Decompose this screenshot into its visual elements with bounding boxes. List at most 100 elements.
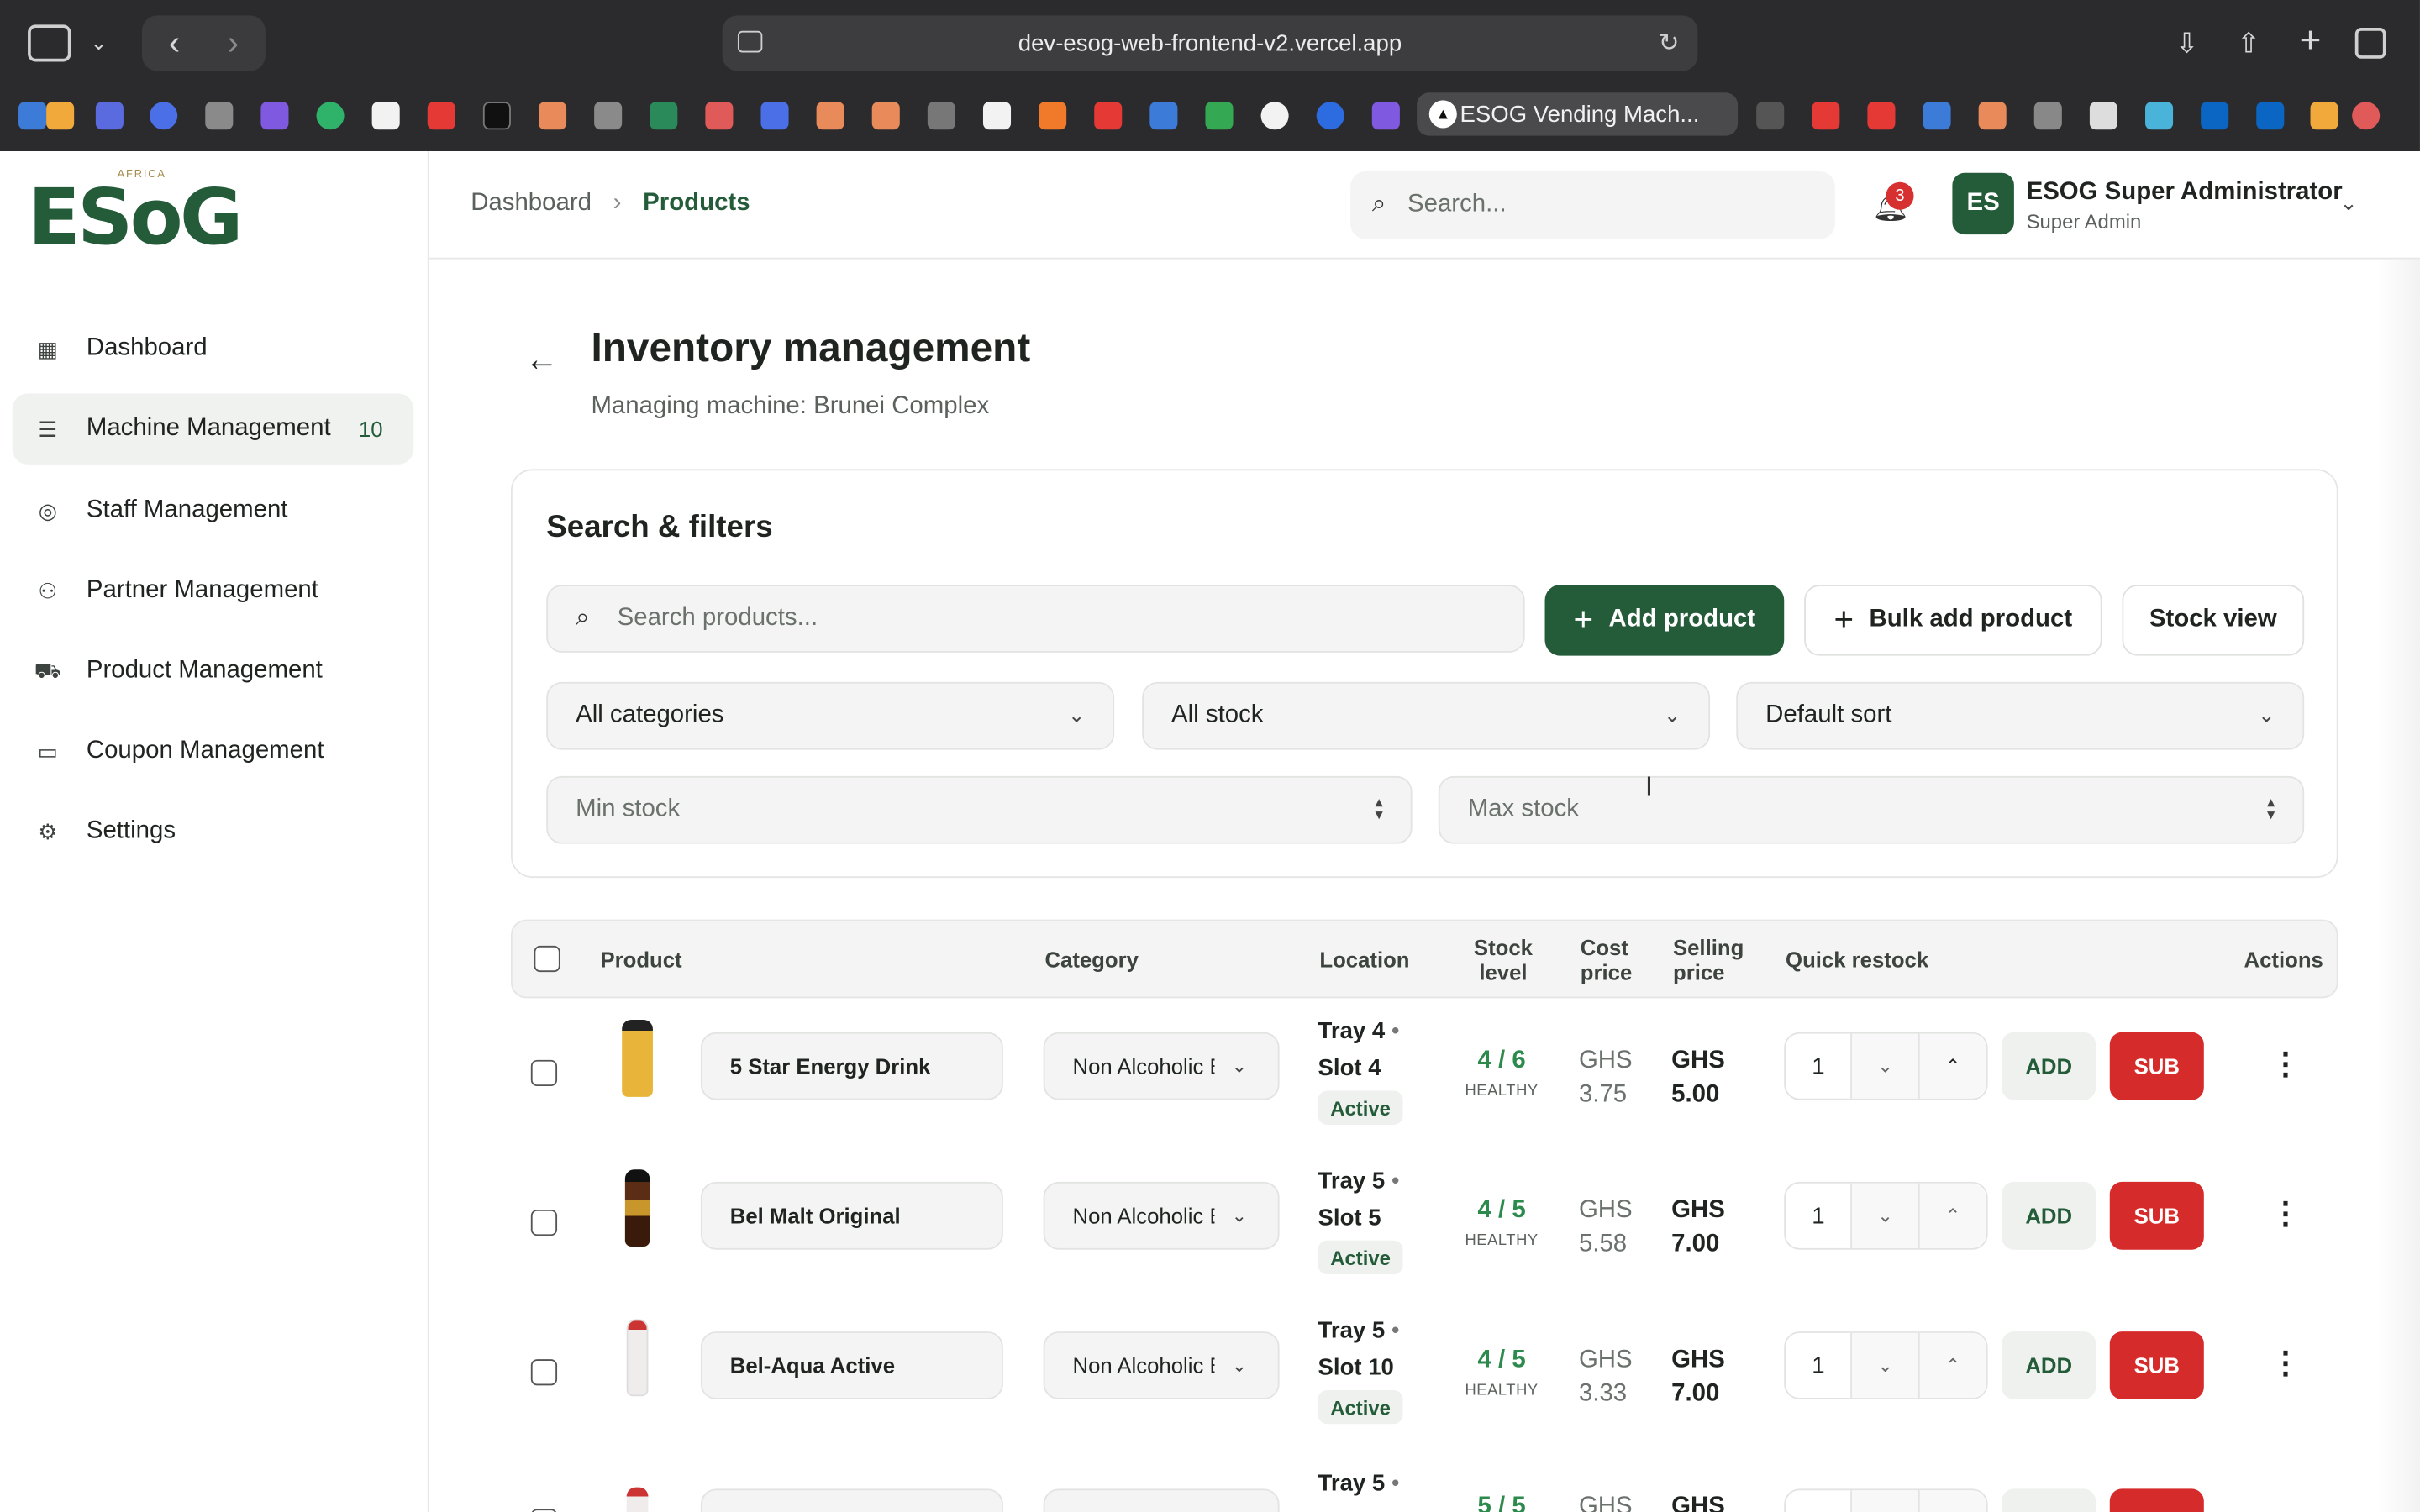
sidebar-item-dashboard[interactable]: ▦ Dashboard [13,313,414,384]
bookmark-icon[interactable] [46,102,75,130]
bookmark-icon[interactable] [1756,102,1785,130]
sidebar-item-product-management[interactable]: ⛟ Product Management [13,636,414,706]
product-name-field[interactable] [700,1488,1003,1512]
bookmark-icon[interactable] [2310,102,2338,130]
bookmark-icon[interactable] [1978,102,2007,130]
bookmark-icon[interactable] [816,102,844,130]
bookmark-icon[interactable] [2033,102,2062,130]
col-category[interactable]: Category [1044,948,1138,972]
gmail-icon[interactable] [1867,102,1896,130]
new-tab-icon[interactable]: + [2293,20,2327,62]
add-stock-button[interactable]: ADD [2002,1181,2096,1250]
back-arrow-icon[interactable]: ← [524,339,558,380]
col-selling-price[interactable]: Selling price [1673,935,1744,984]
breadcrumb-dashboard[interactable]: Dashboard [471,190,592,218]
bookmark-icon[interactable] [2352,102,2381,130]
chevron-down-icon[interactable]: ⌄ [1852,1332,1920,1399]
col-cost-price[interactable]: Cost price [1581,935,1632,984]
esog-logo[interactable]: ESoG [28,173,243,263]
sidebar-toggle-icon[interactable] [28,24,71,62]
category-select[interactable] [1043,1488,1280,1512]
chevron-down-icon[interactable]: ⌄ [1852,1033,1920,1099]
chevron-up-icon[interactable]: ⌃ [1919,1183,1986,1248]
row-checkbox[interactable] [530,1509,558,1512]
linkedin-icon[interactable] [2201,102,2229,130]
chevron-up-icon[interactable]: ⌃ [1919,1332,1986,1399]
category-select[interactable]: Non Alcoholic Beverages ⌄ [1043,1331,1280,1399]
bulk-add-product-button[interactable]: + Bulk add product [1804,585,2102,656]
bookmark-icon[interactable] [2145,102,2174,130]
max-stock-input[interactable]: Max stock ▴ ▾ [1438,775,2305,844]
download-icon[interactable]: ⇩ [2170,24,2203,61]
bookmark-icon[interactable] [95,102,124,130]
tab-esog-vending[interactable]: ▲ ESOG Vending Mach... [1417,92,1739,136]
address-bar[interactable]: dev-esog-web-frontend-v2.vercel.app ↻ [722,15,1698,71]
youtube-icon[interactable] [427,102,455,130]
x-icon[interactable] [482,102,511,130]
forward-nav-icon[interactable]: › [213,22,253,65]
sidebar-item-partner-management[interactable]: ⚇ Partner Management [13,555,414,626]
bookmark-icon[interactable] [260,102,289,130]
bookmark-icon[interactable] [18,102,47,130]
min-stock-input[interactable]: Min stock ▴ ▾ [546,775,1413,844]
add-product-button[interactable]: + Add product [1544,585,1785,656]
select-all-checkbox[interactable] [534,945,560,973]
zoom-icon[interactable] [1316,102,1344,130]
col-location[interactable]: Location [1319,948,1409,972]
product-name-field[interactable]: 5 Star Energy Drink [700,1032,1003,1100]
back-nav-icon[interactable]: ‹ [155,22,195,65]
product-name-field[interactable]: Bel Malt Original [700,1181,1003,1250]
sidebar-item-coupon-management[interactable]: ▭ Coupon Management [13,716,414,786]
chevron-up-icon[interactable]: ⌃ [1919,1033,1986,1099]
row-checkbox[interactable] [530,1359,558,1386]
bookmark-icon[interactable] [594,102,623,130]
chevron-down-icon[interactable]: ⌄ [1852,1183,1920,1248]
subtract-stock-button[interactable] [2109,1488,2204,1512]
stock-select[interactable]: All stock ⌄ [1142,681,1711,750]
bookmark-icon[interactable] [927,102,955,130]
bookmark-icon[interactable] [982,102,1012,130]
bookmark-icon[interactable] [705,102,734,130]
product-search-input[interactable]: ⌕ Search products... [546,585,1525,653]
linkedin-icon[interactable] [2256,102,2285,130]
subtract-stock-button[interactable]: SUB [2109,1331,2204,1399]
bookmark-icon[interactable] [871,102,900,130]
bookmark-icon[interactable] [205,102,234,130]
add-stock-button[interactable]: ADD [2002,1032,2096,1100]
sidebar-item-machine-management[interactable]: ☰ Machine Management 10 [12,393,414,465]
quantity-input[interactable]: 1 [1786,1332,1853,1399]
tab-overview-icon[interactable] [2354,28,2386,59]
gmail-icon[interactable] [1094,102,1123,130]
subtract-stock-button[interactable]: SUB [2109,1181,2204,1250]
bookmark-icon[interactable] [150,102,178,130]
col-product[interactable]: Product [600,948,681,972]
sort-select[interactable]: Default sort ⌄ [1736,681,2305,750]
bookmark-icon[interactable] [1923,102,1951,130]
quantity-input[interactable]: 1 [1786,1033,1853,1099]
bookmark-icon[interactable] [1150,102,1178,130]
bookmark-icon[interactable] [1260,102,1289,130]
reload-icon[interactable]: ↻ [1659,28,1680,59]
stepper-icon[interactable]: ▴ ▾ [1375,795,1382,823]
avatar[interactable]: ES [1952,172,2014,235]
subtract-stock-button[interactable]: SUB [2109,1032,2204,1100]
sidebar-item-staff-management[interactable]: ◎ Staff Management [13,475,414,546]
more-vertical-icon[interactable]: ⋮ [2270,1344,2302,1383]
category-select[interactable]: Non Alcoholic Beverages ⌄ [1043,1032,1280,1100]
category-select[interactable]: Non Alcoholic Beverages ⌄ [1043,1181,1280,1250]
chevron-down-icon[interactable]: ⌄ [2339,190,2358,216]
col-stock-level[interactable]: Stock level [1454,935,1553,984]
google-drive-icon[interactable] [1205,102,1234,130]
gmail-icon[interactable] [1812,102,1840,130]
more-vertical-icon[interactable]: ⋮ [2270,1194,2302,1233]
bookmark-icon[interactable] [1371,102,1400,130]
global-search-input[interactable]: ⌕ Search... [1350,171,1835,239]
quantity-input[interactable]: 1 [1786,1183,1853,1248]
stepper-icon[interactable]: ▴ ▾ [2267,795,2275,823]
bookmark-icon[interactable] [371,102,400,130]
add-stock-button[interactable] [2002,1488,2096,1512]
add-stock-button[interactable]: ADD [2002,1331,2096,1399]
product-name-field[interactable]: Bel-Aqua Active [700,1331,1003,1399]
stock-view-button[interactable]: Stock view [2122,585,2305,656]
chevron-down-icon[interactable]: ⌄ [83,24,114,61]
